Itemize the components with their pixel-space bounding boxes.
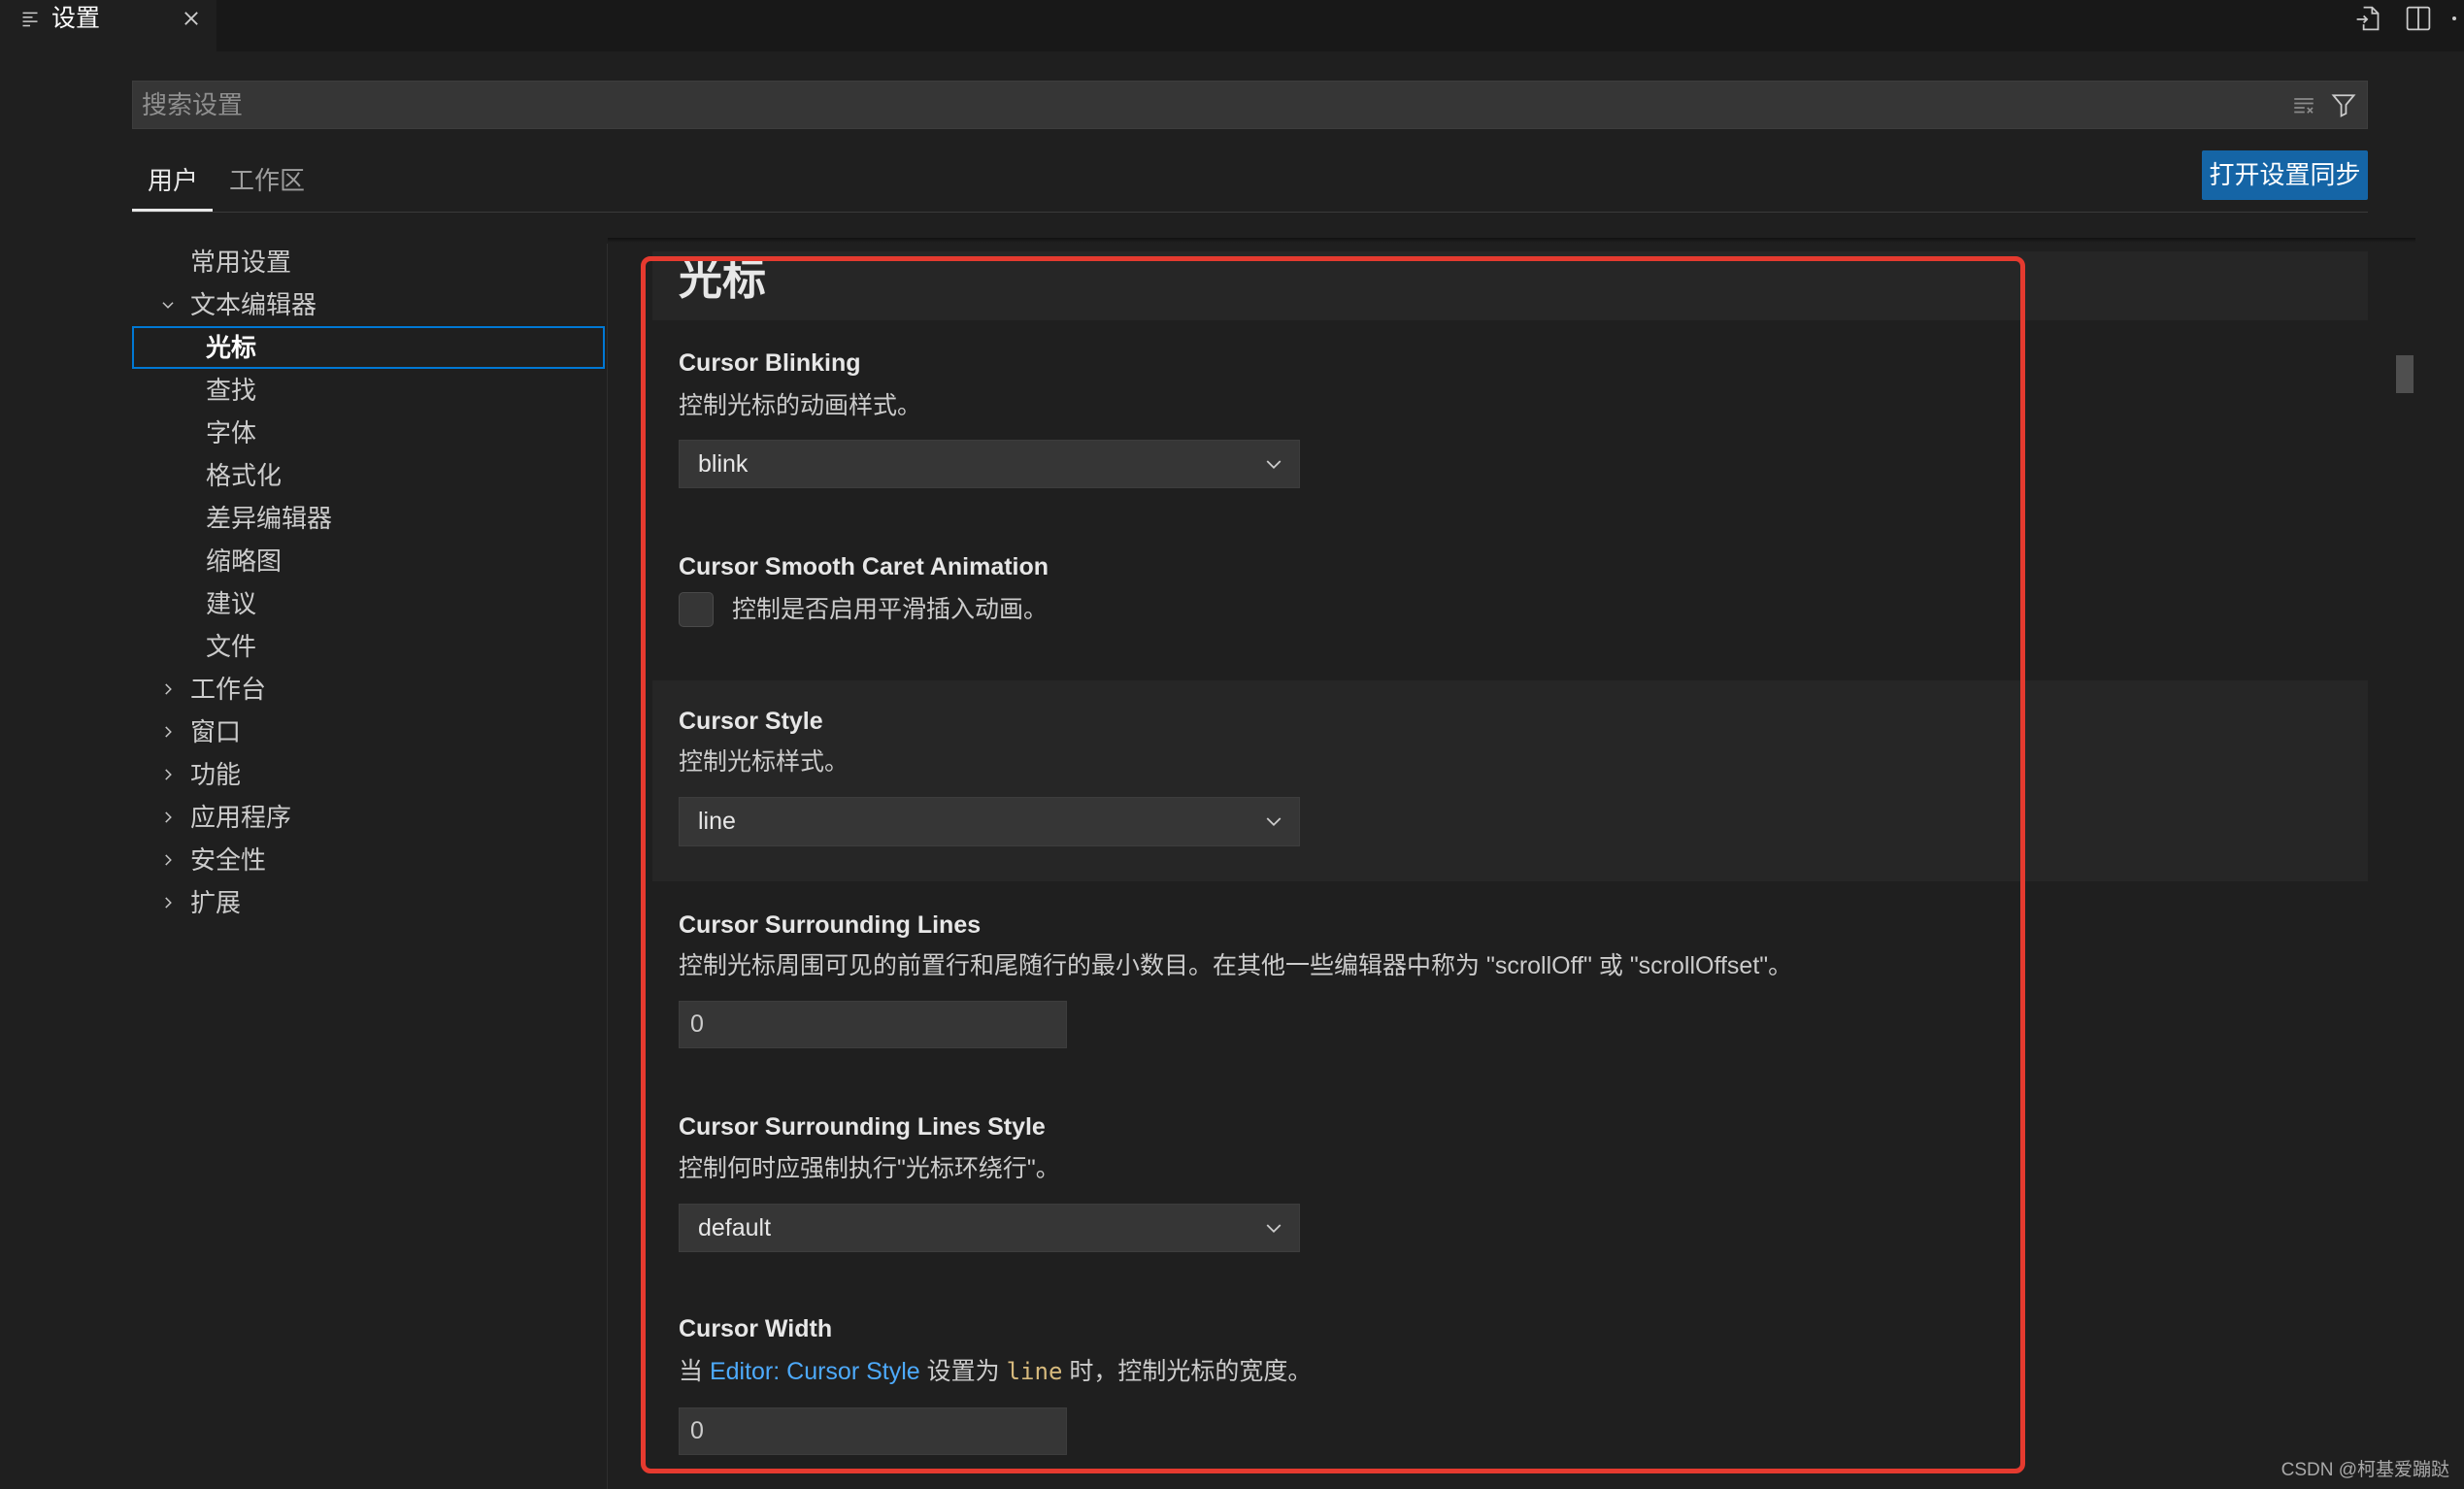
toc-item-label: 工作台 (190, 675, 267, 704)
inline-code: line (1006, 1358, 1063, 1385)
setting-title: Cursor Blinking (679, 349, 861, 377)
cursor-surrounding-lines-style-select[interactable]: default (679, 1204, 1300, 1252)
toc-item-features[interactable]: 功能 (132, 753, 605, 796)
toc-item-label: 建议 (206, 589, 257, 618)
input-value: 0 (690, 1417, 704, 1444)
split-editor-icon[interactable] (2405, 5, 2432, 32)
tab-title: 设置 (51, 5, 101, 32)
open-settings-sync-button[interactable]: 打开设置同步 (2202, 150, 2368, 200)
more-actions-icon[interactable] (2445, 5, 2464, 32)
toc-item-files[interactable]: 文件 (132, 625, 605, 668)
toc-item-minimap[interactable]: 缩略图 (132, 540, 605, 582)
toc-divider[interactable] (607, 244, 608, 1489)
select-value: line (698, 808, 736, 835)
toc-item-find[interactable]: 查找 (132, 369, 605, 412)
setting-description: 控制何时应强制执行"光标环绕行"。 (679, 1155, 1060, 1182)
setting-description: 控制是否启用平滑插入动画。 (732, 596, 1049, 623)
toc-item-label: 文本编辑器 (190, 290, 317, 319)
toc-item-suggestions[interactable]: 建议 (132, 582, 605, 625)
toc-item-extensions[interactable]: 扩展 (132, 881, 605, 924)
tab-workspace[interactable]: 工作区 (229, 166, 305, 195)
toc-item-common[interactable]: 常用设置 (132, 241, 605, 283)
description-text: 当 (679, 1358, 710, 1385)
hovered-setting-row (652, 680, 2368, 881)
chevron-right-icon (165, 854, 172, 866)
toc-item-label: 格式化 (206, 461, 283, 490)
setting-description: 控制光标周围可见的前置行和尾随行的最小数目。在其他一些编辑器中称为 "scrol… (679, 952, 1793, 979)
tab-settings[interactable]: 设置 (0, 0, 216, 51)
setting-title: Cursor Surrounding Lines Style (679, 1113, 1046, 1141)
setting-description: 控制光标的动画样式。 (679, 392, 922, 419)
setting-title: Cursor Smooth Caret Animation (679, 553, 1049, 580)
close-icon[interactable] (181, 8, 202, 29)
toc-item-label: 差异编辑器 (206, 504, 333, 533)
scroll-shadow (608, 238, 2415, 243)
toc-item-formatting[interactable]: 格式化 (132, 454, 605, 497)
toc-item-cursor[interactable]: 光标 (132, 326, 605, 369)
scrollbar-thumb[interactable] (2396, 355, 2414, 393)
toc-item-label: 文件 (206, 632, 257, 661)
chevron-down-icon (1266, 817, 1282, 827)
toc-item-label: 应用程序 (190, 803, 292, 832)
toc-item-label: 常用设置 (190, 248, 292, 277)
setting-description: 控制光标样式。 (679, 748, 849, 776)
toc-item-workbench[interactable]: 工作台 (132, 668, 605, 711)
select-value: default (698, 1214, 772, 1241)
select-value: blink (698, 450, 749, 478)
chevron-down-icon (1266, 460, 1282, 470)
setting-title: Cursor Style (679, 708, 823, 735)
toc-item-font[interactable]: 字体 (132, 412, 605, 454)
cursor-blinking-select[interactable]: blink (679, 440, 1300, 488)
tab-user[interactable]: 用户 (148, 166, 198, 195)
editor-tab-bar: 设置 (0, 0, 2464, 51)
toc-item-application[interactable]: 应用程序 (132, 796, 605, 839)
toc-item-label: 扩展 (190, 888, 242, 917)
search-input[interactable] (133, 82, 2269, 128)
description-text: 设置为 (919, 1358, 1007, 1385)
chevron-right-icon (165, 811, 172, 823)
toc-item-security[interactable]: 安全性 (132, 839, 605, 881)
toc-item-label: 安全性 (190, 845, 267, 875)
cursor-style-select[interactable]: line (679, 797, 1300, 846)
clear-filter-icon[interactable] (2292, 93, 2315, 116)
watermark: CSDN @柯基爱蹦跶 (2281, 1460, 2449, 1480)
tabs-separator (132, 212, 2368, 213)
chevron-right-icon (165, 683, 172, 695)
setting-description: 当 Editor: Cursor Style 设置为 line 时，控制光标的宽… (679, 1357, 1312, 1386)
chevron-right-icon (165, 897, 172, 909)
toc-item-label: 光标 (206, 333, 257, 362)
settings-search-box[interactable] (132, 81, 2368, 129)
toc-item-label: 功能 (190, 760, 242, 789)
setting-title: Cursor Width (679, 1315, 833, 1342)
toc-item-window[interactable]: 窗口 (132, 711, 605, 753)
chevron-right-icon (165, 769, 172, 780)
toc-item-label: 窗口 (190, 717, 242, 746)
cursor-surrounding-lines-input[interactable]: 0 (679, 1001, 1067, 1048)
filter-icon[interactable] (2331, 92, 2356, 117)
description-text: 时，控制光标的宽度。 (1062, 1358, 1313, 1385)
open-settings-json-icon[interactable] (2354, 5, 2381, 32)
section-title: 光标 (679, 254, 767, 304)
cursor-width-input[interactable]: 0 (679, 1407, 1067, 1455)
toc-item-label: 缩略图 (206, 546, 283, 576)
toc-item-label: 字体 (206, 418, 257, 447)
toc-item-text-editor[interactable]: 文本编辑器 (132, 283, 605, 326)
settings-editor-icon (22, 12, 38, 27)
chevron-down-icon (162, 302, 174, 309)
chevron-down-icon (1266, 1224, 1282, 1234)
cursor-style-setting-link[interactable]: Editor: Cursor Style (710, 1358, 920, 1385)
setting-title: Cursor Surrounding Lines (679, 911, 982, 939)
toc-item-label: 查找 (206, 376, 257, 405)
chevron-right-icon (165, 726, 172, 738)
input-value: 0 (690, 1010, 704, 1038)
toc-item-diff-editor[interactable]: 差异编辑器 (132, 497, 605, 540)
smooth-caret-checkbox[interactable] (679, 592, 714, 627)
section-header (652, 251, 2368, 320)
